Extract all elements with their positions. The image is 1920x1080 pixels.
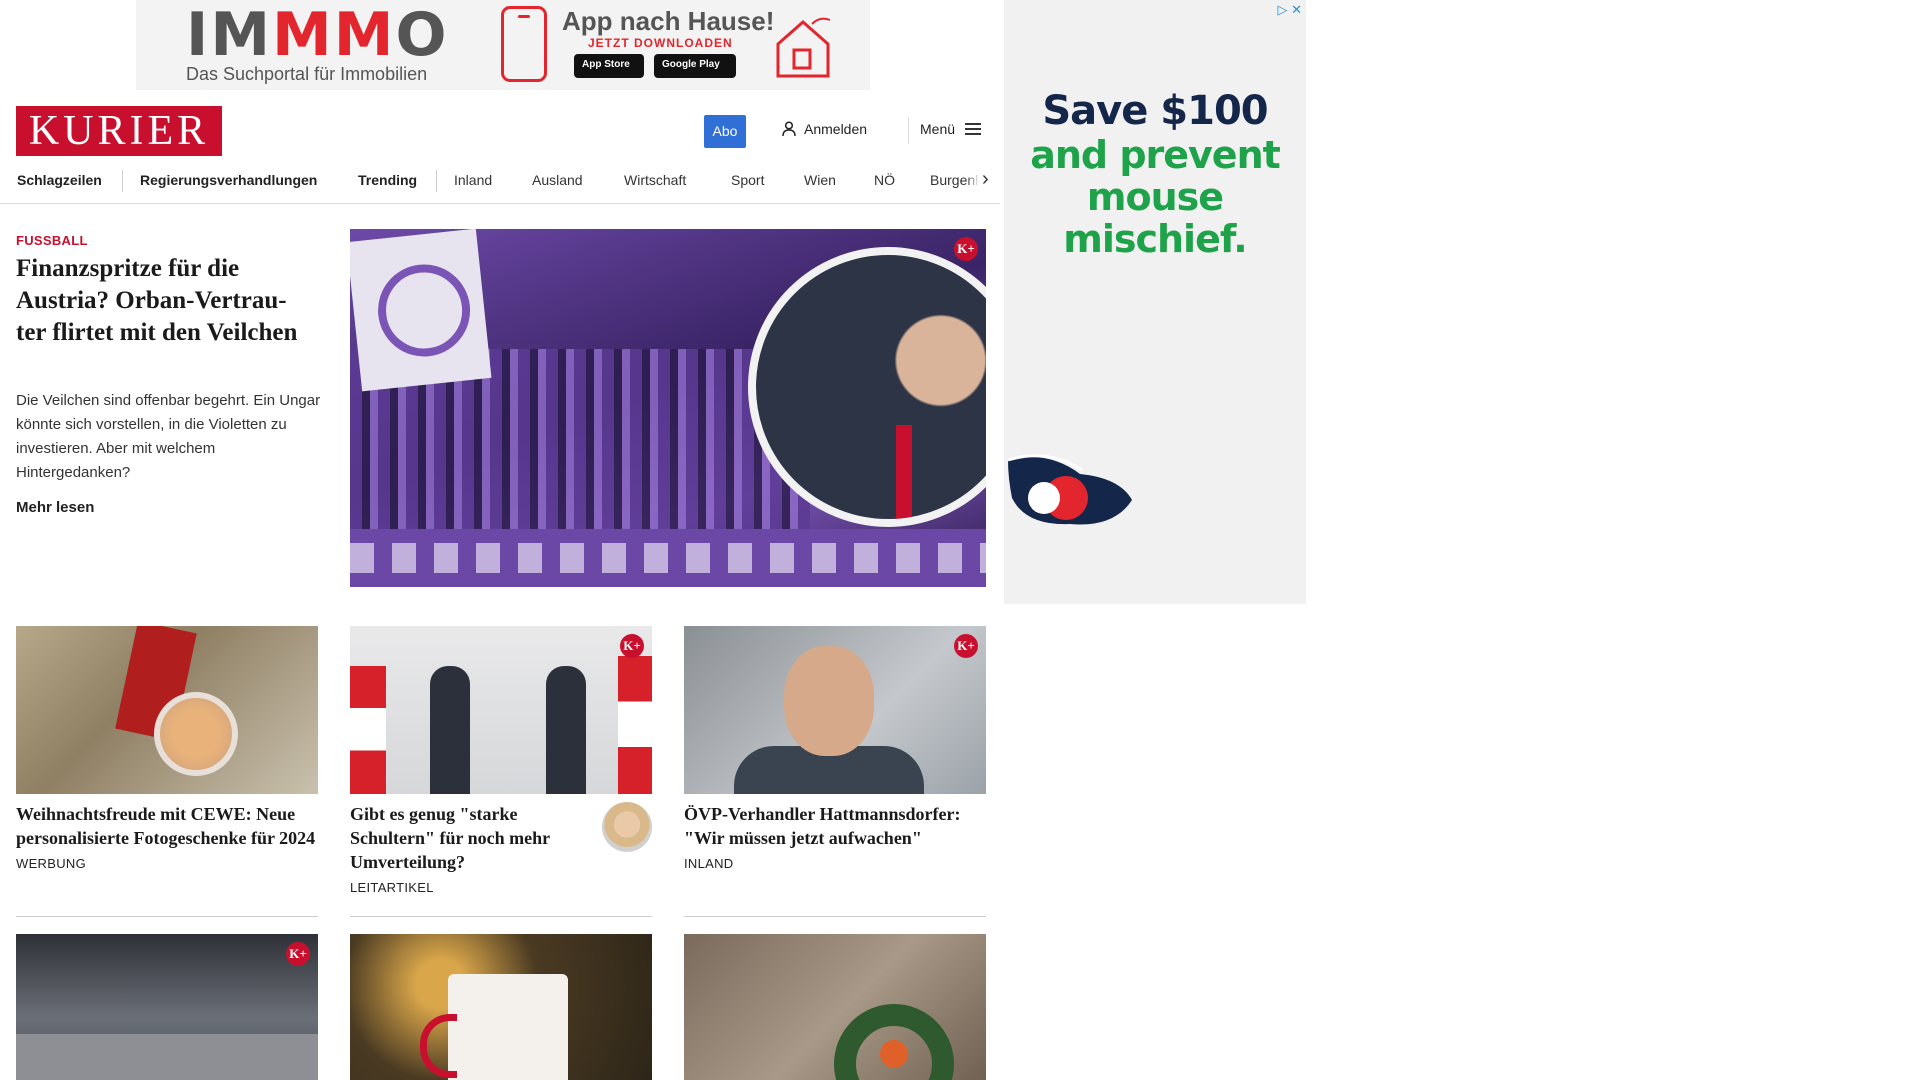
nav-divider (122, 170, 123, 192)
read-more-link[interactable]: Mehr lesen (16, 499, 94, 516)
article-card[interactable] (350, 934, 652, 1080)
nav-item-regierungsverhandlungen[interactable]: Regierungsverhandlungen (140, 172, 317, 188)
nav-item-wien[interactable]: Wien (804, 172, 836, 188)
login-label: Anmelden (804, 121, 868, 137)
immmo-logo: IMMMO (186, 0, 449, 70)
card-divider (350, 916, 652, 917)
chevron-right-icon: › (982, 168, 989, 190)
nav-divider (436, 170, 437, 192)
article-title[interactable]: Weihnachtsfreude mit CEWE: Neue personal… (16, 802, 318, 850)
google-play-badge[interactable]: Google Play (654, 54, 736, 78)
house-icon (776, 17, 831, 78)
article-tag: LEITARTIKEL (350, 880, 434, 895)
mouse-icon (1007, 454, 1132, 525)
abo-button[interactable]: Abo (704, 115, 746, 148)
menu-label: Menü (920, 121, 956, 137)
nav-scroll-right[interactable]: › (966, 168, 1000, 196)
ad-tagline: Das Suchportal für Immobilien (186, 64, 428, 84)
article-image (350, 934, 652, 1080)
ad-headline: App nach Hause! (562, 6, 775, 36)
section-nav: Schlagzeilen Regierungsverhandlungen Tre… (0, 160, 1000, 204)
nav-item-wirtschaft[interactable]: Wirtschaft (624, 172, 686, 188)
ad-headline-save: Save $100 (1042, 88, 1268, 134)
article-tag: WERBUNG (16, 856, 86, 871)
nav-item-schlagzeilen[interactable]: Schlagzeilen (17, 172, 102, 188)
kplus-premium-icon: K+ (954, 634, 978, 658)
ad-headline-sub: and prevent mouse mischief. (1030, 133, 1281, 261)
user-icon (782, 121, 796, 137)
kplus-premium-icon: K+ (286, 942, 310, 966)
header-divider (908, 118, 909, 144)
top-banner-ad[interactable]: IMMMO Das Suchportal für Immobilien App … (136, 0, 870, 90)
nav-item-noe[interactable]: NÖ (874, 172, 895, 188)
article-title[interactable]: Gibt es genug "starke Schultern" für noc… (350, 802, 590, 874)
article-tag: INLAND (684, 856, 734, 871)
nav-item-trending[interactable]: Trending (358, 172, 417, 188)
author-avatar (602, 802, 652, 852)
kplus-premium-icon: K+ (620, 634, 644, 658)
article-image: K+ (684, 626, 986, 794)
hero-title[interactable]: Finanzspritze für die Austria? Orban-Ver… (16, 253, 316, 349)
kplus-premium-icon: K+ (954, 237, 978, 261)
hero-kicker[interactable]: FUSSBALL (16, 233, 88, 248)
article-card[interactable]: Weihnachtsfreude mit CEWE: Neue personal… (16, 626, 318, 871)
hamburger-icon (965, 123, 982, 135)
article-card[interactable]: K+ Gibt es genug "starke Schultern" für … (350, 626, 652, 895)
hero-lead: Die Veilchen sind offenbar begehrt. Ein … (16, 392, 321, 481)
article-image (16, 626, 318, 794)
nav-item-sport[interactable]: Sport (731, 172, 764, 188)
hero-image[interactable]: K+ (350, 229, 986, 587)
nav-item-inland[interactable]: Inland (454, 172, 492, 188)
article-title[interactable]: ÖVP-Verhandler Hattmannsdorfer: "Wir müs… (684, 802, 986, 850)
article-image: K+ (350, 626, 652, 794)
article-image (684, 934, 986, 1080)
article-image: K+ (16, 934, 318, 1080)
sidebar-ad[interactable]: ▷ ✕ Save $100 and prevent mouse mischief… (1004, 0, 1306, 604)
article-card[interactable]: K+ ÖVP-Verhandler Hattmannsdorfer: "Wir … (684, 626, 986, 871)
ad-cta: JETZT DOWNLOADEN (588, 36, 733, 50)
menu-button[interactable]: Menü (920, 121, 982, 137)
nav-item-ausland[interactable]: Ausland (532, 172, 583, 188)
kurier-logo[interactable]: KURIER (16, 106, 222, 156)
card-divider (16, 916, 318, 917)
phone-icon (501, 6, 547, 82)
article-card[interactable] (684, 934, 986, 1080)
adchoices-icon[interactable]: ▷ ✕ (1277, 2, 1302, 18)
card-divider (684, 916, 986, 917)
login-link[interactable]: Anmelden (782, 121, 867, 137)
article-card[interactable]: K+ (16, 934, 318, 1080)
app-store-badge[interactable]: App Store (574, 54, 644, 78)
